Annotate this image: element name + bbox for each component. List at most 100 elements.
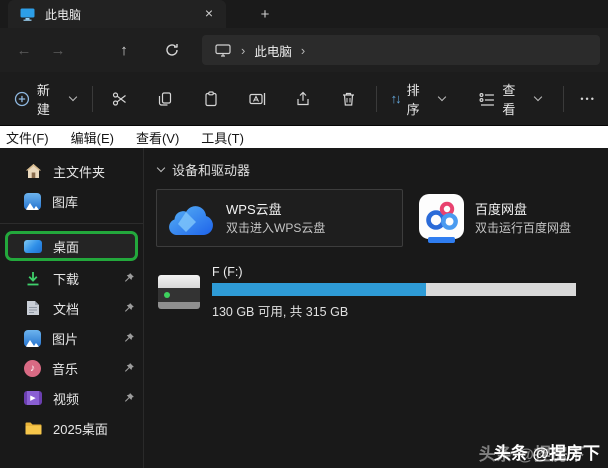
menu-edit[interactable]: 编辑(E) [71, 128, 114, 147]
music-icon: ♪ [24, 360, 41, 377]
new-button[interactable]: 新建 [0, 81, 88, 117]
window-body: 主文件夹 图库 桌面 下载 文档 [0, 148, 608, 468]
refresh-button[interactable] [158, 36, 186, 64]
document-icon [24, 299, 42, 317]
sort-arrows-icon: ↑↓ [391, 91, 400, 106]
shortcut-subtitle: 双击运行百度网盘 [475, 220, 571, 237]
share-icon [295, 91, 311, 107]
drive-led-dot [164, 292, 170, 298]
wps-cloud-icon [165, 199, 215, 237]
drive-name: F (F:) [212, 265, 576, 279]
sidebar-item-pictures[interactable]: 图片 [0, 323, 143, 353]
navigation-sidebar: 主文件夹 图库 桌面 下载 文档 [0, 148, 144, 468]
sidebar-item-documents[interactable]: 文档 [0, 293, 143, 323]
breadcrumb-chevron-icon: › [241, 43, 245, 58]
sidebar-item-label: 下载 [53, 269, 112, 288]
shortcut-wps-cloud[interactable]: WPS云盘 双击进入WPS云盘 [156, 189, 403, 247]
view-list-icon [479, 92, 495, 106]
sidebar-item-downloads[interactable]: 下载 [0, 263, 143, 293]
pin-icon [123, 332, 135, 344]
shortcut-title: WPS云盘 [226, 200, 325, 220]
desktop-icon [24, 240, 42, 253]
chevron-down-icon [69, 92, 77, 100]
drive-f-item[interactable]: F (F:) 130 GB 可用, 共 315 GB [158, 265, 600, 320]
back-button[interactable]: ← [10, 36, 38, 64]
tab-bar: 此电脑 × + [0, 0, 608, 28]
toolbar-divider [92, 86, 93, 112]
plus-circle-icon [14, 91, 30, 107]
ellipsis-icon: ••• [580, 94, 595, 104]
delete-button[interactable] [326, 81, 372, 117]
forward-button[interactable]: → [44, 36, 72, 64]
menu-view[interactable]: 查看(V) [136, 128, 179, 147]
drive-usage-fill [212, 283, 426, 296]
rename-icon [249, 91, 266, 107]
breadcrumb-this-pc[interactable]: 此电脑 [254, 41, 292, 60]
sidebar-item-label: 主文件夹 [53, 162, 135, 181]
trash-icon [341, 91, 356, 107]
sidebar-item-desktop[interactable]: 桌面 [5, 231, 138, 261]
copy-icon [157, 91, 173, 107]
sidebar-item-label: 视频 [53, 389, 112, 408]
pin-icon [123, 302, 135, 314]
computer-icon [18, 5, 36, 23]
folder-icon [24, 419, 42, 437]
pin-icon [123, 272, 135, 284]
address-bar[interactable]: › 此电脑 › [202, 35, 600, 65]
clipboard-icon [203, 91, 219, 107]
file-list-pane: 设备和驱动器 WPS云盘 双击进入WPS云盘 [144, 148, 608, 468]
classic-menu-bar: 文件(F) 编辑(E) 查看(V) 工具(T) [0, 126, 608, 148]
tab-close-icon[interactable]: × [200, 5, 218, 23]
paste-button[interactable] [188, 81, 234, 117]
sidebar-item-gallery[interactable]: 图库 [0, 186, 143, 216]
tab-this-pc[interactable]: 此电脑 × [8, 0, 226, 28]
scissors-icon [112, 91, 128, 107]
shortcut-title: 百度网盘 [475, 200, 571, 220]
cut-button[interactable] [97, 81, 143, 117]
toolbar-divider [376, 86, 377, 112]
menu-file[interactable]: 文件(F) [6, 128, 49, 147]
share-button[interactable] [280, 81, 326, 117]
hard-drive-icon [158, 275, 200, 309]
watermark-text: 头条 @捏房下 [494, 439, 600, 464]
sidebar-item-label: 音乐 [52, 359, 112, 378]
new-tab-button[interactable]: + [254, 6, 276, 23]
shortcut-subtitle: 双击进入WPS云盘 [226, 220, 325, 237]
copy-button[interactable] [143, 81, 189, 117]
chevron-down-icon [534, 92, 542, 100]
view-button[interactable]: 查看 [469, 81, 551, 117]
sidebar-item-home[interactable]: 主文件夹 [0, 156, 143, 186]
pin-icon [123, 362, 135, 374]
sidebar-item-music[interactable]: ♪ 音乐 [0, 353, 143, 383]
shortcut-baidu-netdisk[interactable]: 百度网盘 双击运行百度网盘 [411, 189, 579, 247]
sidebar-item-label: 文档 [53, 299, 112, 318]
computer-icon [214, 41, 232, 59]
video-icon: ▶ [24, 391, 42, 405]
pictures-icon [24, 330, 41, 347]
sidebar-item-label: 桌面 [53, 237, 127, 256]
up-button[interactable]: ↑ [110, 36, 138, 64]
gallery-icon [24, 193, 41, 210]
toolbar-divider [563, 86, 564, 112]
chevron-down-icon [157, 163, 165, 171]
more-button[interactable]: ••• [568, 81, 608, 117]
drive-usage-text: 130 GB 可用, 共 315 GB [212, 301, 576, 320]
sort-button[interactable]: ↑↓ 排序 [381, 81, 456, 117]
sidebar-item-label: 图库 [52, 192, 135, 211]
section-devices-and-drives[interactable]: 设备和驱动器 [158, 160, 600, 179]
home-icon [24, 162, 42, 180]
sort-button-label: 排序 [407, 80, 433, 118]
sidebar-separator [0, 223, 143, 224]
menu-tools[interactable]: 工具(T) [201, 128, 244, 147]
baidu-netdisk-icon [419, 194, 464, 243]
rename-button[interactable] [234, 81, 280, 117]
sidebar-item-label: 2025桌面 [53, 419, 135, 438]
command-toolbar: 新建 ↑↓ 排序 查看 ••• [0, 72, 608, 126]
chevron-down-icon [438, 92, 446, 100]
drive-usage-bar [212, 283, 576, 296]
new-button-label: 新建 [37, 80, 63, 118]
sidebar-item-2025-desktop[interactable]: 2025桌面 [0, 413, 143, 443]
sidebar-item-videos[interactable]: ▶ 视频 [0, 383, 143, 413]
navigation-bar: ← → ↑ › 此电脑 › [0, 28, 608, 72]
breadcrumb-chevron-icon[interactable]: › [301, 43, 305, 58]
